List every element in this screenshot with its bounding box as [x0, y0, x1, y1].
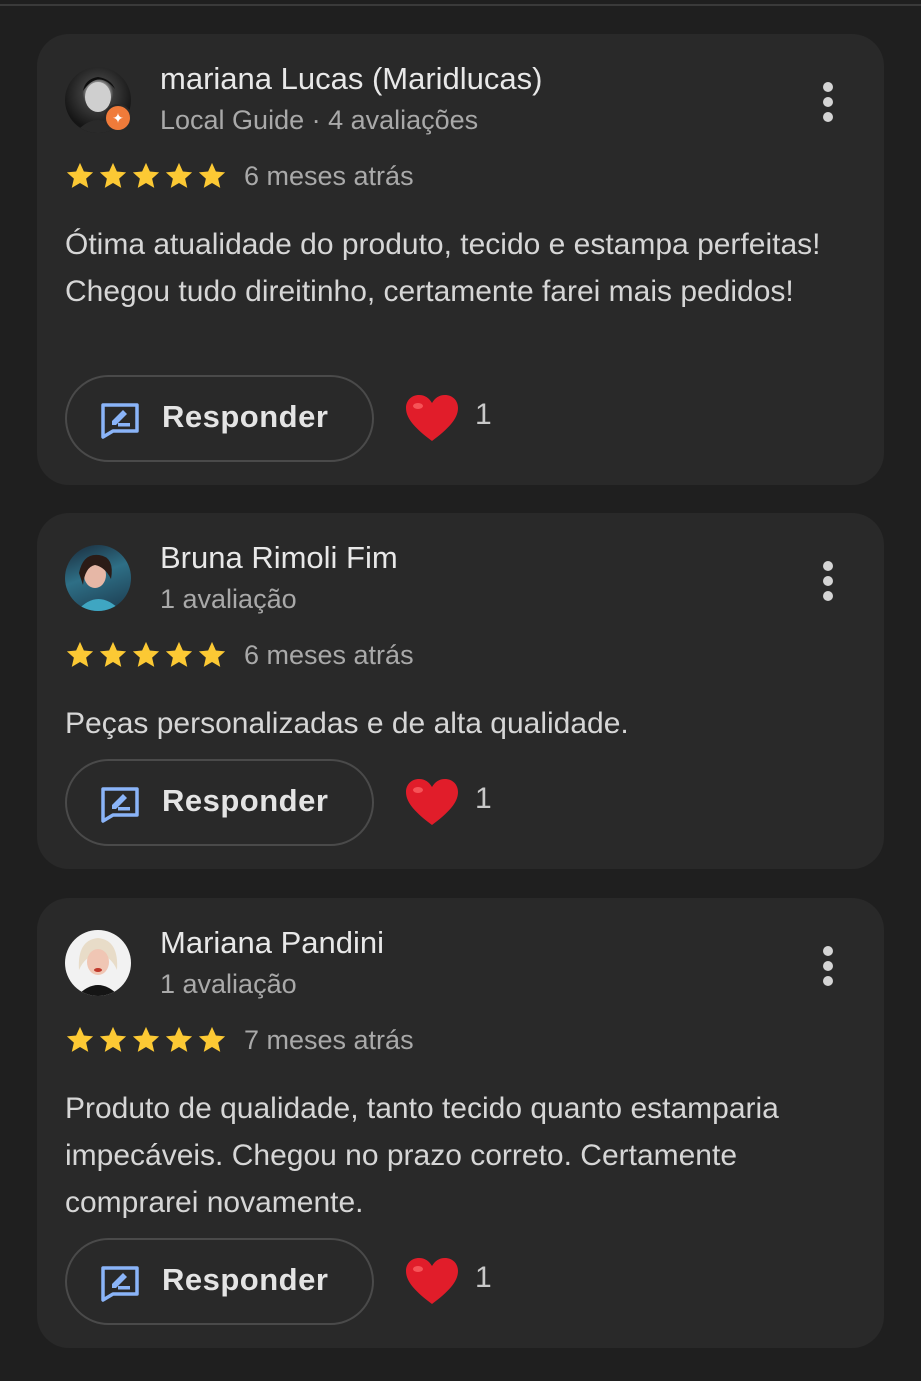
- heart-icon[interactable]: [404, 393, 460, 443]
- avatar-photo-icon: [77, 938, 119, 996]
- reviewer-meta: Local Guide · 4 avaliações: [160, 105, 479, 135]
- star-rating: [65, 161, 227, 191]
- star-icon: [132, 1026, 160, 1052]
- reply-label: Responder: [162, 399, 329, 434]
- reply-edit-icon: [101, 787, 139, 823]
- reply-button[interactable]: Responder: [65, 375, 374, 462]
- review-card: ✦ mariana Lucas (Maridlucas) Local Guide…: [37, 34, 884, 485]
- review-date: 6 meses atrás: [244, 161, 414, 191]
- star-icon: [99, 641, 127, 667]
- reply-button[interactable]: Responder: [65, 759, 374, 846]
- review-text: Peças personalizadas e de alta qualidade…: [65, 707, 629, 740]
- star-icon: [99, 1026, 127, 1052]
- like-count: 1: [475, 398, 492, 431]
- review-card: Mariana Pandini 1 avaliação 7 meses atrá…: [37, 898, 884, 1348]
- star-icon: [165, 1026, 193, 1052]
- avatar-photo-icon: [77, 554, 121, 611]
- star-icon: [165, 162, 193, 188]
- reviewer-name[interactable]: Bruna Rimoli Fim: [160, 540, 398, 576]
- heart-icon[interactable]: [404, 1256, 460, 1306]
- star-icon: [132, 162, 160, 188]
- reply-label: Responder: [162, 1262, 329, 1297]
- more-options-button[interactable]: [814, 944, 842, 988]
- reviewer-name[interactable]: mariana Lucas (Maridlucas): [160, 61, 542, 97]
- review-text: Produto de qualidade, tanto tecido quant…: [65, 1092, 779, 1219]
- star-icon: [198, 162, 226, 188]
- star-icon: [66, 641, 94, 667]
- more-options-button[interactable]: [814, 559, 842, 603]
- review-text: Ótima atualidade do produto, tecido e es…: [65, 228, 821, 308]
- top-divider: [0, 4, 921, 6]
- reviewer-name[interactable]: Mariana Pandini: [160, 925, 384, 961]
- reply-edit-icon: [101, 1266, 139, 1302]
- avatar[interactable]: [65, 545, 131, 611]
- reply-edit-icon: [101, 403, 139, 439]
- review-date: 6 meses atrás: [244, 640, 414, 670]
- reply-label: Responder: [162, 783, 329, 818]
- reviewer-meta: 1 avaliação: [160, 969, 297, 999]
- star-icon: [198, 1026, 226, 1052]
- star-rating: [65, 1025, 227, 1055]
- reviewer-meta: 1 avaliação: [160, 584, 297, 614]
- like-count: 1: [475, 782, 492, 815]
- review-date: 7 meses atrás: [244, 1025, 414, 1055]
- local-guide-badge-icon: ✦: [104, 104, 132, 132]
- star-rating: [65, 640, 227, 670]
- reply-button[interactable]: Responder: [65, 1238, 374, 1325]
- star-icon: [99, 162, 127, 188]
- star-icon: [198, 641, 226, 667]
- heart-icon[interactable]: [404, 777, 460, 827]
- more-options-button[interactable]: [814, 80, 842, 124]
- avatar[interactable]: [65, 930, 131, 996]
- star-icon: [66, 162, 94, 188]
- star-icon: [132, 641, 160, 667]
- review-card: Bruna Rimoli Fim 1 avaliação 6 meses atr…: [37, 513, 884, 869]
- like-count: 1: [475, 1261, 492, 1294]
- star-icon: [66, 1026, 94, 1052]
- star-icon: [165, 641, 193, 667]
